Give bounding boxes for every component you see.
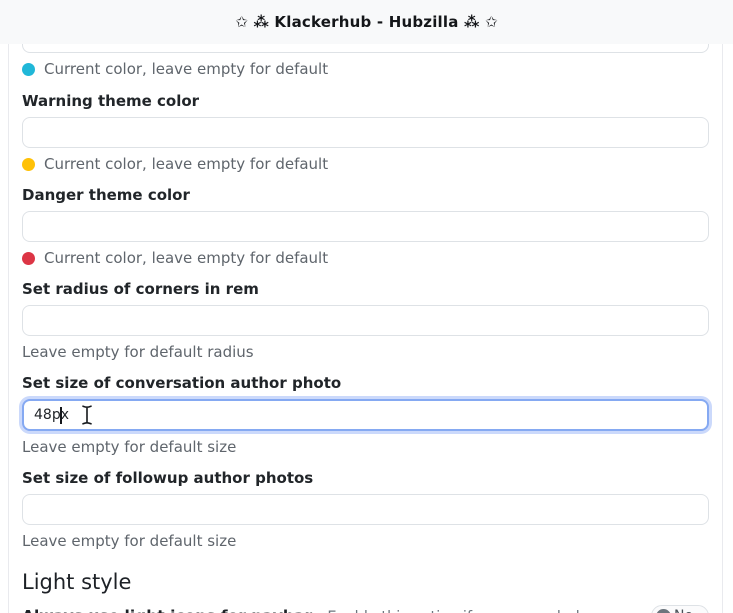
settings-panel: Current color, leave empty for default W…	[8, 44, 723, 613]
toggle-state-label: No	[674, 606, 693, 613]
info-dot-icon	[22, 63, 35, 76]
danger-theme-color-input[interactable]	[22, 211, 709, 242]
page-title: ✩ ⁂ Klackerhub - Hubzilla ⁂ ✩	[235, 13, 497, 31]
followup-photo-size-input[interactable]	[22, 494, 709, 525]
text-caret	[60, 407, 62, 424]
warning-theme-color-input[interactable]	[22, 117, 709, 148]
navbar-light-icons-label: Always use light icons for navbar	[22, 607, 312, 613]
focused-input-wrap	[22, 399, 709, 431]
corner-radius-hint: Leave empty for default radius	[22, 342, 709, 362]
danger-color-hint: Current color, leave empty for default	[22, 248, 709, 268]
danger-color-group: Danger theme color Current color, leave …	[22, 185, 709, 268]
info-color-hint: Current color, leave empty for default	[22, 59, 709, 79]
danger-color-label: Danger theme color	[22, 185, 709, 206]
danger-dot-icon	[22, 252, 35, 265]
corner-radius-label: Set radius of corners in rem	[22, 279, 709, 300]
corner-radius-input[interactable]	[22, 305, 709, 336]
followup-photo-size-hint: Leave empty for default size	[22, 531, 709, 551]
conversation-photo-size-input[interactable]	[22, 399, 709, 431]
followup-photo-size-group: Set size of followup author photos Leave…	[22, 468, 709, 551]
hint-text: Current color, leave empty for default	[44, 59, 328, 79]
conversation-photo-size-label: Set size of conversation author photo	[22, 373, 709, 394]
navbar: ✩ ⁂ Klackerhub - Hubzilla ⁂ ✩	[0, 0, 733, 44]
warning-dot-icon	[22, 158, 35, 171]
conversation-photo-size-group: Set size of conversation author photo Le…	[22, 373, 709, 457]
conversation-photo-size-hint: Leave empty for default size	[22, 437, 709, 457]
warning-color-group: Warning theme color Current color, leave…	[22, 91, 709, 174]
light-style-heading: Light style	[22, 568, 709, 596]
navbar-light-icons-toggle[interactable]: No	[651, 605, 709, 613]
warning-color-label: Warning theme color	[22, 91, 709, 112]
toggle-knob-icon	[656, 609, 671, 613]
hint-text: Current color, leave empty for default	[44, 154, 328, 174]
navbar-light-icons-row: Always use light icons for navbar Enable…	[22, 605, 709, 613]
spacer	[317, 606, 322, 613]
followup-photo-size-label: Set size of followup author photos	[22, 468, 709, 489]
info-theme-color-input[interactable]	[22, 44, 709, 53]
hint-text: Current color, leave empty for default	[44, 248, 328, 268]
warning-color-hint: Current color, leave empty for default	[22, 154, 709, 174]
corner-radius-group: Set radius of corners in rem Leave empty…	[22, 279, 709, 362]
